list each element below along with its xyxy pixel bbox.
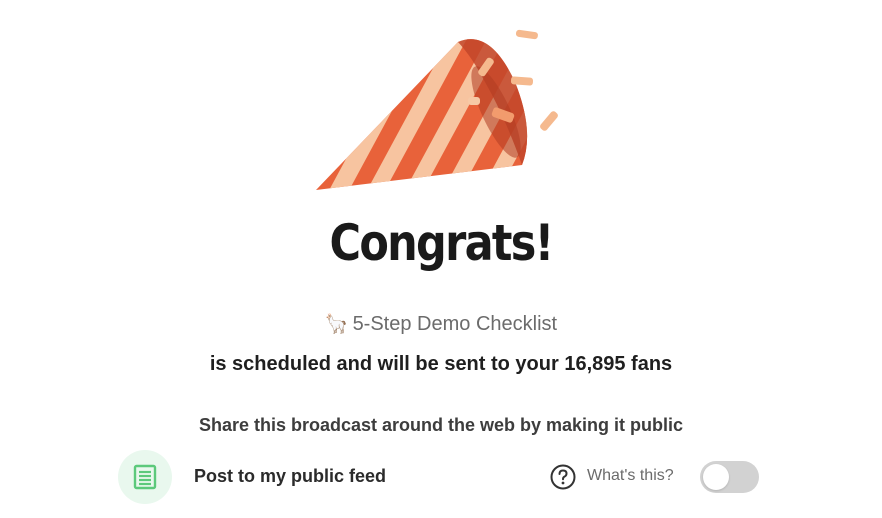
share-prompt: Share this broadcast around the web by m…: [198, 415, 684, 435]
whats-this-link[interactable]: What's this?: [587, 467, 674, 485]
document-icon: [118, 450, 172, 504]
broadcast-name-label: 5-Step Demo Checklist: [352, 313, 558, 335]
public-feed-row: Post to my public feed What's this?: [118, 450, 768, 504]
scheduled-status: is scheduled and will be sent to your 16…: [209, 353, 673, 375]
party-popper-illustration: [316, 29, 558, 191]
page-title: Congrats!: [329, 214, 554, 272]
question-circle-icon[interactable]: [550, 464, 576, 490]
llama-emoji-icon: 🦙: [324, 314, 349, 335]
public-feed-label: Post to my public feed: [194, 466, 387, 486]
broadcast-name: 🦙 5-Step Demo Checklist: [0, 312, 882, 336]
toggle-knob: [703, 464, 729, 490]
public-feed-toggle[interactable]: [700, 461, 759, 493]
